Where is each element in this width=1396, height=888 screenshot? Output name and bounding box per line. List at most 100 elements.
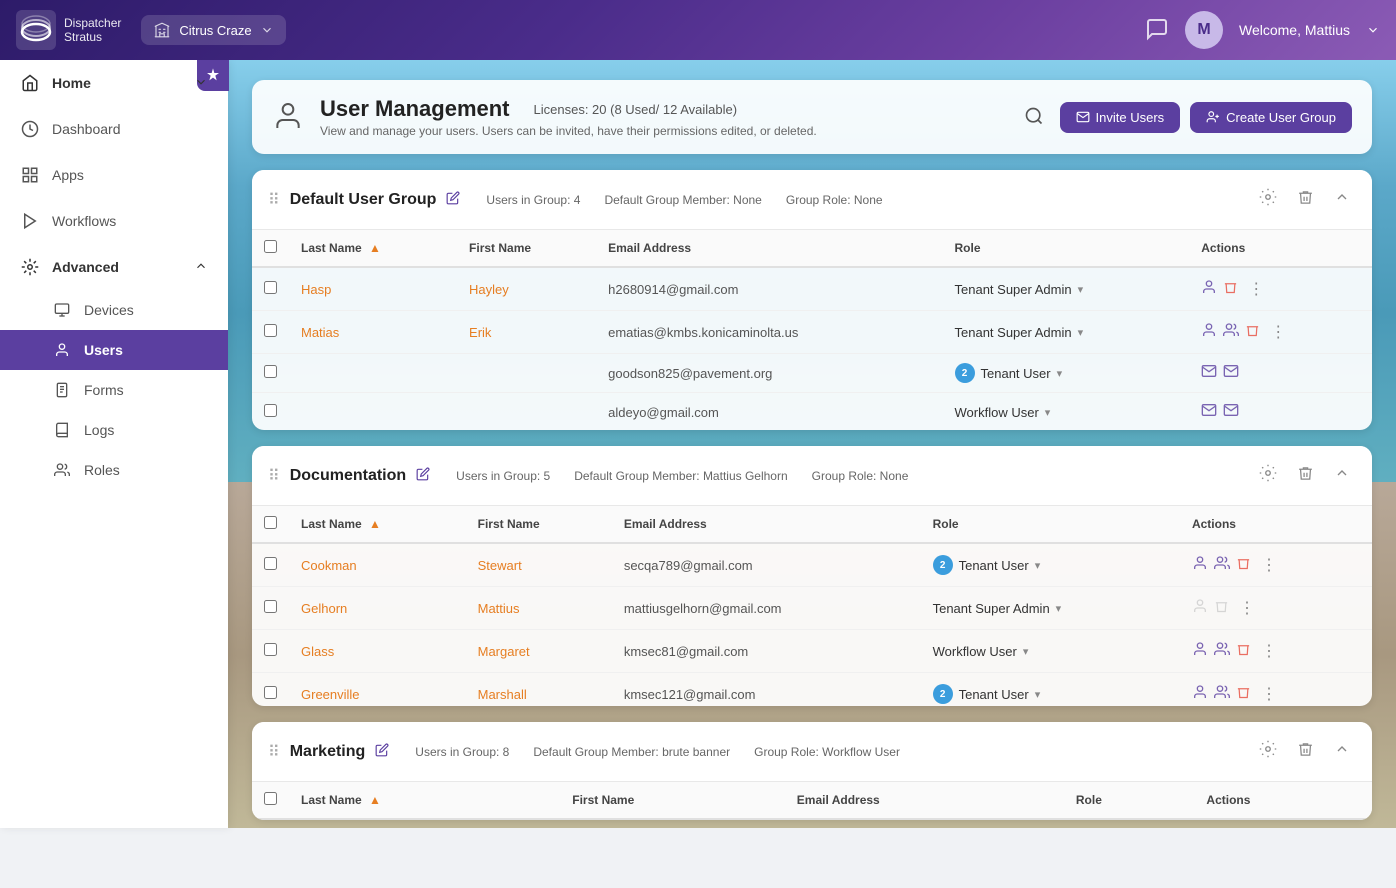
last-name-link[interactable]: Hasp <box>301 282 331 297</box>
delete-action[interactable] <box>1223 280 1238 299</box>
more-action[interactable]: ⋮ <box>1244 277 1268 301</box>
group-table-wrap-documentation: Last Name ▲ First Name Email Address Rol… <box>252 506 1372 706</box>
row-checkbox[interactable] <box>264 686 277 699</box>
sidebar-item-dashboard[interactable]: Dashboard <box>0 106 228 152</box>
profile-action[interactable] <box>1192 555 1208 575</box>
more-action[interactable]: ⋮ <box>1257 553 1281 577</box>
first-name-link[interactable]: Margaret <box>478 644 530 659</box>
select-all-default[interactable] <box>264 240 277 253</box>
user-menu-chevron[interactable] <box>1366 23 1380 37</box>
role-dropdown[interactable]: ▾ <box>1035 688 1041 701</box>
topnav: Dispatcher Stratus Citrus Craze M Welcom… <box>0 0 1396 60</box>
role-dropdown[interactable]: ▾ <box>1056 602 1062 615</box>
sidebar-item-advanced[interactable]: Advanced <box>0 244 228 290</box>
first-name-link[interactable]: Marshall <box>478 687 527 702</box>
profile-action[interactable] <box>1201 279 1217 299</box>
sidebar-item-logs[interactable]: Logs <box>0 410 228 450</box>
group-settings-button-documentation[interactable] <box>1253 460 1283 491</box>
edit-group-marketing-button[interactable] <box>375 743 389 760</box>
group-header-documentation: ⠿ Documentation Users in Group: 5 Defaul… <box>252 446 1372 506</box>
invite-users-button[interactable]: Invite Users <box>1060 102 1181 133</box>
last-name-link[interactable]: Gelhorn <box>301 601 347 616</box>
last-name-link[interactable]: Greenville <box>301 687 360 702</box>
row-checkbox[interactable] <box>264 324 277 337</box>
delete-action[interactable] <box>1236 642 1251 661</box>
org-selector[interactable]: Citrus Craze <box>141 15 285 45</box>
group-action[interactable] <box>1214 641 1230 661</box>
select-all-marketing[interactable] <box>264 792 277 805</box>
envelope-action[interactable] <box>1201 402 1217 422</box>
drag-handle[interactable]: ⠿ <box>268 742 280 762</box>
create-user-group-button[interactable]: Create User Group <box>1190 102 1352 133</box>
sidebar-item-devices[interactable]: Devices <box>0 290 228 330</box>
group-action[interactable] <box>1214 555 1230 575</box>
delete-action[interactable] <box>1236 685 1251 704</box>
role-dropdown[interactable]: ▾ <box>1078 326 1084 339</box>
sidebar-item-home[interactable]: Home <box>0 60 228 106</box>
role-dropdown[interactable]: ▾ <box>1078 283 1084 296</box>
more-action[interactable]: ⋮ <box>1266 320 1290 344</box>
group-collapse-button-documentation[interactable] <box>1328 461 1356 490</box>
drag-handle[interactable]: ⠿ <box>268 190 280 210</box>
row-checkbox[interactable] <box>264 643 277 656</box>
group-name-marketing: Marketing <box>290 743 366 761</box>
search-button[interactable] <box>1018 100 1050 135</box>
drag-handle[interactable]: ⠿ <box>268 466 280 486</box>
select-all-documentation[interactable] <box>264 516 277 529</box>
last-name-link[interactable]: Cookman <box>301 558 357 573</box>
edit-group-documentation-button[interactable] <box>416 467 430 484</box>
profile-action[interactable] <box>1201 322 1217 342</box>
group-action[interactable] <box>1223 322 1239 342</box>
more-action[interactable]: ⋮ <box>1257 639 1281 663</box>
first-name-link[interactable]: Mattius <box>478 601 520 616</box>
welcome-text: Welcome, Mattius <box>1239 22 1350 38</box>
row-checkbox[interactable] <box>264 404 277 417</box>
group-collapse-button-marketing[interactable] <box>1328 737 1356 766</box>
first-name-link[interactable]: Erik <box>469 325 491 340</box>
group-table-documentation: Last Name ▲ First Name Email Address Rol… <box>252 506 1372 706</box>
group-settings-button-marketing[interactable] <box>1253 736 1283 767</box>
sidebar-item-workflows[interactable]: Workflows <box>0 198 228 244</box>
profile-action[interactable] <box>1192 641 1208 661</box>
table-row: Matias Erik ematias@kmbs.konicaminolta.u… <box>252 311 1372 354</box>
edit-group-default-button[interactable] <box>446 191 460 208</box>
role-dropdown[interactable]: ▾ <box>1057 367 1063 380</box>
role-dropdown[interactable]: ▾ <box>1023 645 1029 658</box>
row-checkbox[interactable] <box>264 557 277 570</box>
avatar[interactable]: M <box>1185 11 1223 49</box>
group-default-member-default: Default Group Member: None <box>604 193 761 207</box>
delete-action[interactable] <box>1236 556 1251 575</box>
envelope2-action[interactable] <box>1223 402 1239 422</box>
sidebar-item-roles[interactable]: Roles <box>0 450 228 490</box>
first-name-link[interactable]: Hayley <box>469 282 509 297</box>
group-action[interactable] <box>1214 684 1230 704</box>
delete-action[interactable] <box>1245 323 1260 342</box>
row-checkbox[interactable] <box>264 281 277 294</box>
role-dropdown[interactable]: ▾ <box>1045 406 1051 419</box>
first-name-link[interactable]: Stewart <box>478 558 522 573</box>
apps-icon <box>20 166 40 184</box>
sidebar-item-forms[interactable]: Forms <box>0 370 228 410</box>
sidebar-item-apps[interactable]: Apps <box>0 152 228 198</box>
last-name-link[interactable]: Matias <box>301 325 339 340</box>
row-checkbox[interactable] <box>264 600 277 613</box>
envelope2-action[interactable] <box>1223 363 1239 383</box>
last-name-link[interactable]: Glass <box>301 644 334 659</box>
envelope-action[interactable] <box>1201 363 1217 383</box>
sidebar-item-users[interactable]: Users <box>0 330 228 370</box>
table-row: Glass Margaret kmsec81@gmail.com Workflo… <box>252 630 1372 673</box>
row-checkbox[interactable] <box>264 365 277 378</box>
home-chevron <box>194 75 208 92</box>
group-settings-button-default[interactable] <box>1253 184 1283 215</box>
logo[interactable]: Dispatcher Stratus <box>16 10 121 50</box>
col-actions-doc: Actions <box>1180 506 1372 543</box>
role-dropdown[interactable]: ▾ <box>1035 559 1041 572</box>
group-collapse-button-default[interactable] <box>1328 185 1356 214</box>
more-action[interactable]: ⋮ <box>1235 596 1259 620</box>
chat-button[interactable] <box>1145 17 1169 44</box>
profile-action[interactable] <box>1192 684 1208 704</box>
group-delete-button-documentation[interactable] <box>1291 461 1320 491</box>
group-delete-button-marketing[interactable] <box>1291 737 1320 767</box>
group-delete-button-default[interactable] <box>1291 185 1320 215</box>
more-action[interactable]: ⋮ <box>1257 682 1281 706</box>
